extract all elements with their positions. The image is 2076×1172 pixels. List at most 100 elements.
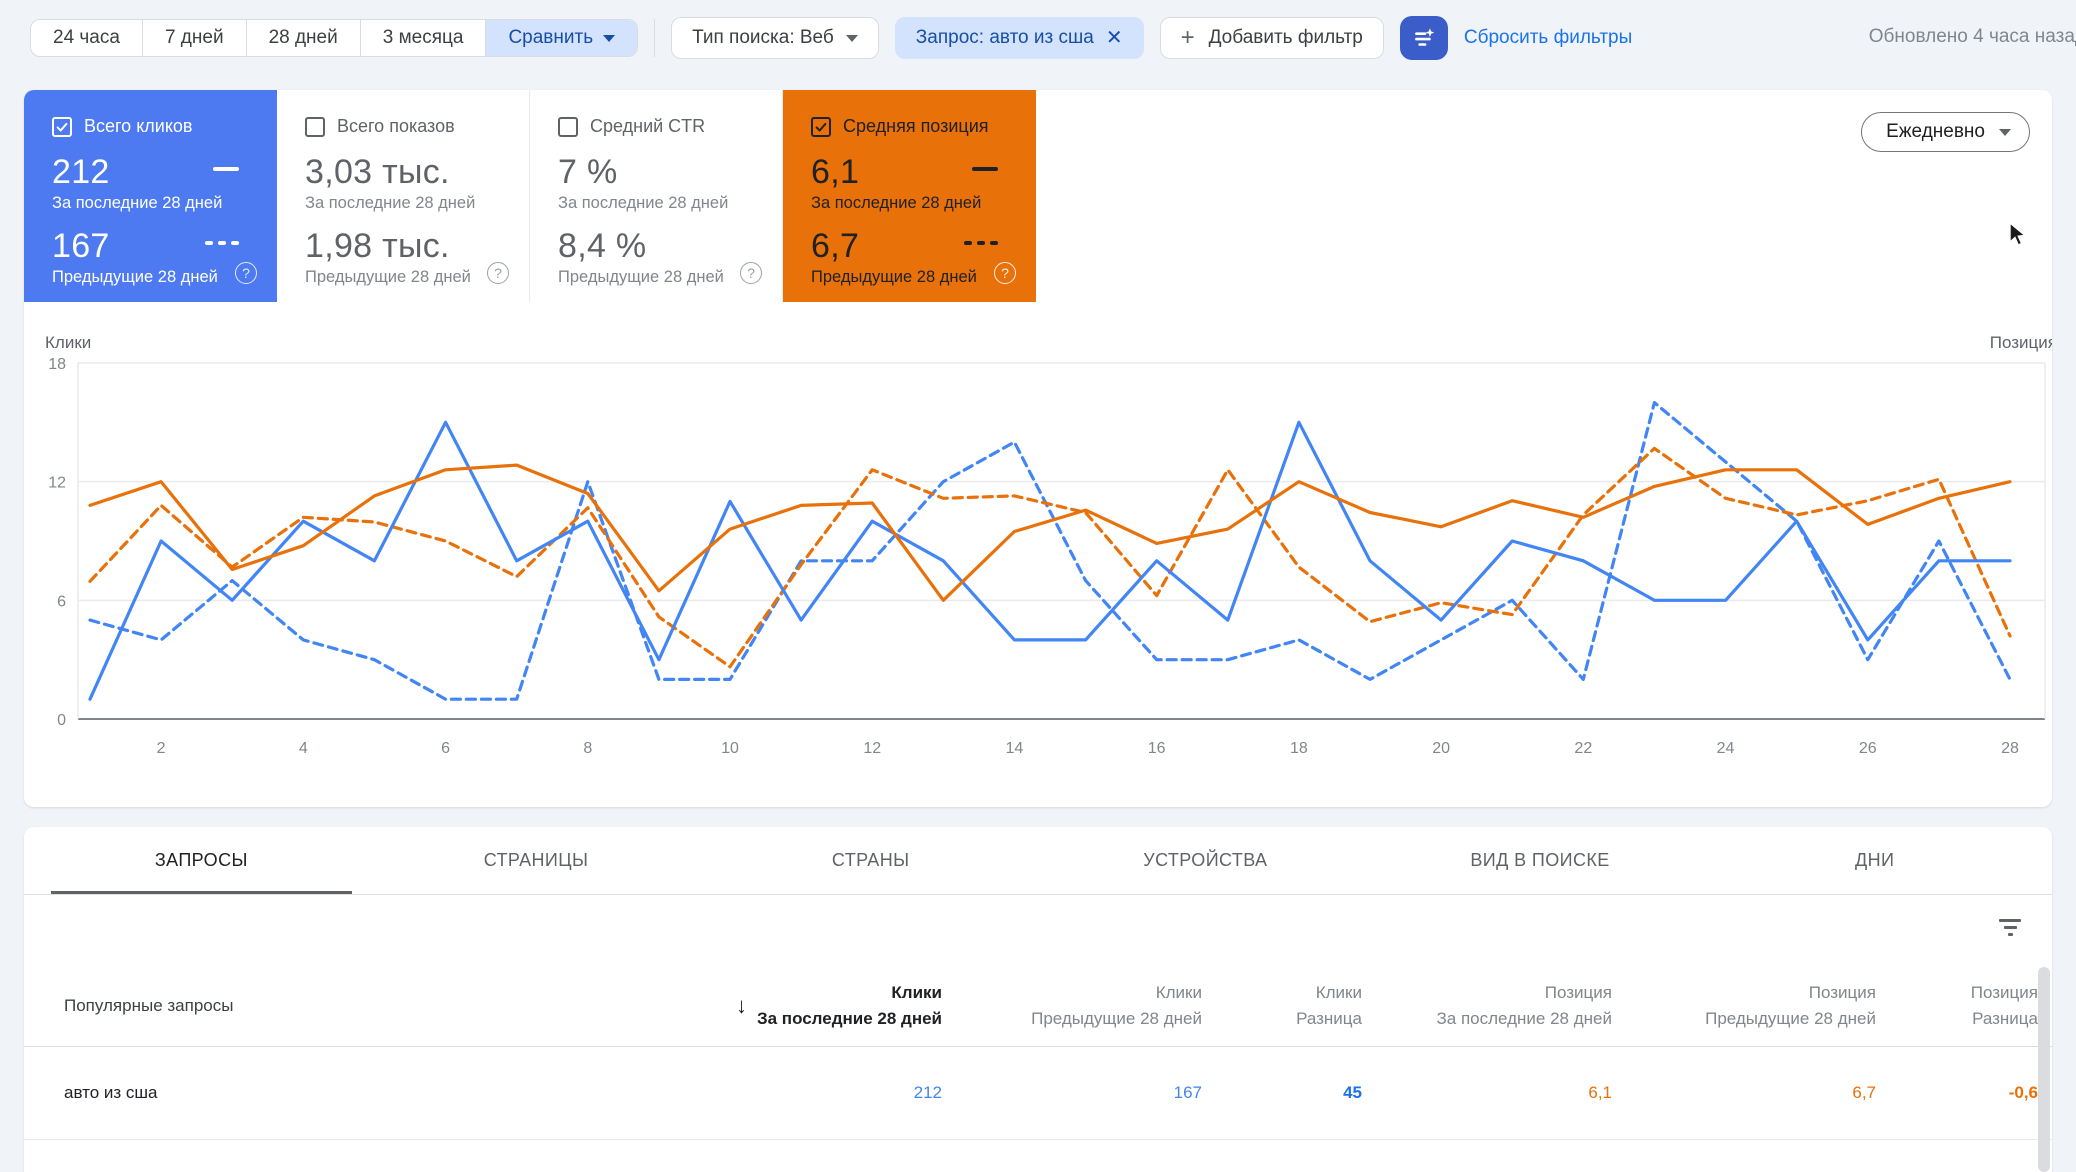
column-header-clicks-diff[interactable]: КликиРазница [1202, 980, 1362, 1031]
svg-text:4: 4 [299, 740, 308, 757]
svg-text:12: 12 [48, 475, 66, 492]
granularity-label: Ежедневно [1886, 121, 1985, 143]
clicks-previous-cell: 167 [942, 1083, 1202, 1103]
sort-desc-icon: ↓ [736, 989, 747, 1022]
table-header-row: Популярные запросы ↓ КликиЗа последние 2… [24, 965, 2052, 1047]
chevron-down-icon [846, 35, 858, 42]
chevron-down-icon [1999, 129, 2011, 136]
range-7d-button[interactable]: 7 дней [142, 20, 246, 56]
metric-label-current: За последние 28 дней [558, 194, 746, 213]
metric-value-previous: 167 [52, 227, 241, 266]
card-total-impressions[interactable]: Всего показов 3,03 тыс. За последние 28 … [277, 90, 530, 302]
column-header-position-current[interactable]: ПозицияЗа последние 28 дней [1362, 980, 1612, 1031]
tab-days[interactable]: ДНИ [1707, 827, 2042, 894]
metric-label-current: За последние 28 дней [305, 194, 493, 213]
column-header-clicks-previous[interactable]: КликиПредыдущие 28 дней [942, 980, 1202, 1031]
mouse-cursor [2008, 222, 2032, 248]
svg-text:10: 10 [721, 740, 739, 757]
column-header-position-diff[interactable]: ПозицияРазница [1876, 980, 2038, 1031]
svg-text:0: 0 [57, 712, 66, 729]
metric-label-previous: Предыдущие 28 дней [811, 268, 1000, 287]
range-3m-button[interactable]: 3 месяца [360, 20, 486, 56]
query-filter-label: Запрос: авто из сша [916, 27, 1094, 49]
metric-value-current: 6,1 [811, 153, 1000, 192]
column-header-clicks-current[interactable]: ↓ КликиЗа последние 28 дней [564, 980, 942, 1031]
help-icon[interactable]: ? [994, 262, 1016, 284]
granularity-dropdown[interactable]: Ежедневно [1861, 112, 2030, 152]
card-title: Всего показов [337, 116, 455, 137]
card-average-position[interactable]: Средняя позиция 6,1 За последние 28 дней… [783, 90, 1036, 302]
plus-icon: + [1181, 26, 1195, 50]
svg-text:22: 22 [1574, 740, 1592, 757]
metric-value-current: 7 % [558, 153, 746, 192]
clicks-diff-cell: 45 [1202, 1083, 1362, 1103]
dashed-line-indicator [205, 241, 239, 245]
checkbox-unchecked-icon[interactable] [305, 117, 325, 137]
metric-label-current: За последние 28 дней [811, 194, 1000, 213]
metric-value-previous: 1,98 тыс. [305, 227, 493, 266]
metric-value-current: 212 [52, 153, 241, 192]
card-title: Средний CTR [590, 116, 705, 137]
add-filter-button[interactable]: + Добавить фильтр [1160, 17, 1384, 59]
svg-text:28: 28 [2001, 740, 2019, 757]
checkbox-checked-icon[interactable] [52, 117, 72, 137]
checkbox-checked-icon[interactable] [811, 117, 831, 137]
position-diff-cell: -0,6 [1876, 1083, 2038, 1103]
svg-text:14: 14 [1006, 740, 1024, 757]
tab-search-appearance[interactable]: ВИД В ПОИСКЕ [1373, 827, 1708, 894]
metric-value-current: 3,03 тыс. [305, 153, 493, 192]
tab-queries[interactable]: ЗАПРОСЫ [34, 827, 369, 894]
query-cell[interactable]: авто из сша [24, 1083, 564, 1103]
metric-value-previous: 6,7 [811, 227, 1000, 266]
range-24h-button[interactable]: 24 часа [31, 20, 142, 56]
svg-text:Клики: Клики [45, 333, 91, 352]
query-filter-chip[interactable]: Запрос: авто из сша ✕ [895, 17, 1144, 59]
filter-tune-button[interactable] [1400, 16, 1448, 60]
svg-text:16: 16 [1148, 740, 1166, 757]
search-type-chip[interactable]: Тип поиска: Веб [671, 17, 879, 59]
card-total-clicks[interactable]: Всего кликов 212 За последние 28 дней 16… [24, 90, 277, 302]
dimension-tabs: ЗАПРОСЫ СТРАНИЦЫ СТРАНЫ УСТРОЙСТВА ВИД В… [24, 827, 2052, 895]
toolbar-divider [654, 19, 655, 57]
reset-filters-link[interactable]: Сбросить фильтры [1464, 27, 1632, 49]
position-current-cell: 6,1 [1362, 1083, 1612, 1103]
svg-text:2: 2 [157, 740, 166, 757]
range-28d-button[interactable]: 28 дней [246, 20, 360, 56]
svg-text:Позиция: Позиция [1990, 333, 2052, 352]
svg-text:18: 18 [1290, 740, 1308, 757]
metric-label-current: За последние 28 дней [52, 194, 241, 213]
dashed-line-indicator [964, 241, 998, 245]
svg-text:20: 20 [1432, 740, 1450, 757]
solid-line-indicator [213, 167, 239, 171]
svg-text:24: 24 [1717, 740, 1735, 757]
help-icon[interactable]: ? [235, 262, 257, 284]
svg-text:6: 6 [441, 740, 450, 757]
metric-label-previous: Предыдущие 28 дней [558, 268, 746, 287]
column-header-position-previous[interactable]: ПозицияПредыдущие 28 дней [1612, 980, 1876, 1031]
filter-toolbar: 24 часа 7 дней 28 дней 3 месяца Сравнить… [0, 0, 2076, 76]
svg-text:6: 6 [57, 593, 66, 610]
tab-pages[interactable]: СТРАНИЦЫ [369, 827, 704, 894]
svg-text:26: 26 [1859, 740, 1877, 757]
tab-devices[interactable]: УСТРОЙСТВА [1038, 827, 1373, 894]
table-row[interactable]: авто из сша 212 167 45 6,1 6,7 -0,6 [24, 1047, 2052, 1140]
chevron-down-icon [603, 35, 615, 42]
card-average-ctr[interactable]: Средний CTR 7 % За последние 28 дней 8,4… [530, 90, 783, 302]
tab-countries[interactable]: СТРАНЫ [703, 827, 1038, 894]
table-scrollbar[interactable] [2038, 967, 2050, 1172]
add-filter-label: Добавить фильтр [1209, 27, 1363, 49]
table-filter-icon[interactable] [1998, 919, 2022, 941]
checkbox-unchecked-icon[interactable] [558, 117, 578, 137]
position-previous-cell: 6,7 [1612, 1083, 1876, 1103]
card-title: Средняя позиция [843, 116, 989, 137]
close-icon[interactable]: ✕ [1106, 28, 1123, 48]
performance-panel: Всего кликов 212 За последние 28 дней 16… [24, 90, 2052, 807]
dimensions-panel: ЗАПРОСЫ СТРАНИЦЫ СТРАНЫ УСТРОЙСТВА ВИД В… [24, 827, 2052, 1172]
compare-button[interactable]: Сравнить [485, 20, 637, 56]
clicks-current-cell: 212 [564, 1083, 942, 1103]
help-icon[interactable]: ? [740, 262, 762, 284]
svg-text:18: 18 [48, 356, 66, 373]
metric-cards: Всего кликов 212 За последние 28 дней 16… [24, 90, 2052, 302]
updated-status: Обновлено 4 часа назад [1869, 26, 2076, 48]
help-icon[interactable]: ? [487, 262, 509, 284]
